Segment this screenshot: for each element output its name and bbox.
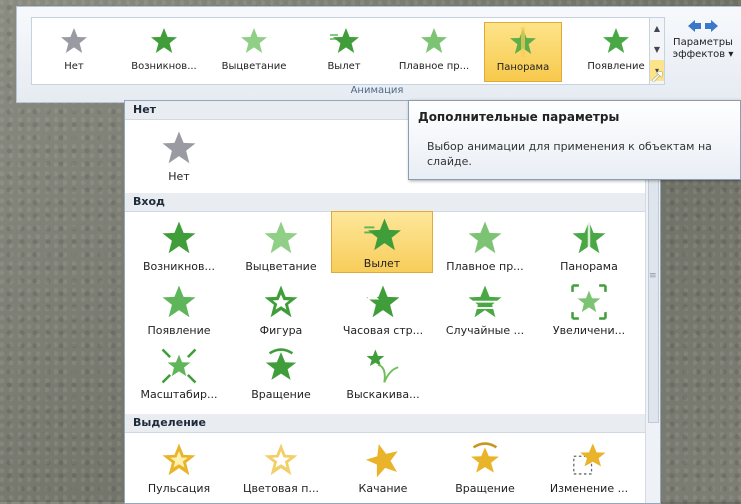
gallery-item-appear[interactable]: Возникнов... [126,22,202,80]
star-random-bars-icon [468,285,502,318]
dropdown-item[interactable]: Случайные ... [435,279,535,339]
dropdown-item[interactable]: Нет [129,125,229,185]
star-gray-icon [61,28,87,53]
dropdown-item[interactable]: Выскакива... [333,343,433,403]
gallery-item-float[interactable]: Плавное пр... [396,22,472,80]
dropdown-item[interactable]: Изменение ... [539,437,639,497]
star-fade-icon [241,28,267,53]
gallery-item-label: Плавное пр... [398,61,470,72]
star-green-icon [603,28,629,53]
star-gold-icon [162,443,196,476]
star-fly-icon [330,28,359,53]
dropdown-item[interactable]: Появление [129,279,229,339]
star-float-icon [421,28,447,53]
gallery-item-label: Появление [587,61,645,72]
gallery-item-wipe[interactable]: Появление [578,22,654,80]
dropdown-item[interactable]: Качание [333,437,433,497]
dropdown-item[interactable]: Часовая стр... [333,279,433,339]
dropdown-item[interactable]: Цветовая п... [231,437,331,497]
star-split-icon [510,27,536,57]
dropdown-item[interactable]: Увеличени... [539,279,639,339]
gallery-scroll-down-button[interactable]: ▼ [650,39,664,60]
dropdown-item[interactable]: Плавное пр... [435,215,535,275]
star-shape-icon [264,285,298,318]
animation-ribbon: Нет Возникнов... Выцветание Вылет Плавно… [16,6,741,103]
gallery-scroll-up-button[interactable]: ▲ [650,18,664,39]
dropdown-item-label: Вылет [363,257,401,270]
dropdown-item[interactable]: Масштабир... [129,343,229,403]
dropdown-item-label: Вращение [455,482,515,495]
dropdown-item-label: Часовая стр... [342,324,424,337]
dropdown-item[interactable]: Пульсация [129,437,229,497]
gallery-item-label: Выцветание [221,61,287,72]
dropdown-item[interactable]: Возникнов... [129,215,229,275]
section-header-entrance: Вход [125,193,653,212]
section-header-emphasis: Выделение [125,414,653,433]
dropdown-item-label: Пульсация [147,482,211,495]
gallery-item-label: Нет [64,61,84,72]
star-teeter-icon [365,444,398,478]
star-spin-icon [471,442,499,473]
dropdown-item-label: Качание [358,482,408,495]
effect-options-label-2: эффектов ▾ [672,49,734,60]
star-split-icon [572,219,606,257]
dropdown-item[interactable]: Выцветание [231,215,331,275]
dropdown-item-label: Изменение ... [549,482,629,495]
dropdown-item-label: Цветовая п... [243,482,319,495]
star-green-icon [151,28,177,53]
dropdown-item-label: Вращение [251,388,311,401]
star-fade-icon [264,221,298,254]
gallery-item-fly[interactable]: Вылет [306,22,382,80]
dropdown-item-selected[interactable]: Вылет [331,211,433,273]
dropdown-item-label: Увеличени... [552,324,626,337]
gallery-item-label: Панорама [496,62,550,73]
star-bounce-icon [366,349,399,383]
gallery-item-fade[interactable]: Выцветание [216,22,292,80]
dropdown-item-label: Панорама [560,260,618,273]
star-gray-icon [162,131,196,164]
dropdown-item-label: Плавное пр... [446,260,524,273]
star-green-icon [162,285,196,318]
mouse-cursor-icon: ➚ [650,66,666,87]
gallery-item-split[interactable]: Панорама [484,22,562,82]
star-swivel-icon [265,348,297,380]
gallery-item-label: Вылет [327,61,361,72]
dropdown-item-label: Случайные ... [445,324,525,337]
dropdown-item-label: Выскакива... [346,388,420,401]
dropdown-item[interactable]: Фигура [231,279,331,339]
dropdown-item-label: Нет [168,170,190,183]
more-options-tooltip: Дополнительные параметры Выбор анимации … [408,100,741,180]
gallery-item-none[interactable]: Нет [36,22,112,80]
star-grow-shrink-icon [573,443,606,475]
dropdown-item-label: Фигура [259,324,303,337]
star-zoom-icon [571,284,607,320]
dropdown-item-label: Появление [147,324,211,337]
tooltip-title: Дополнительные параметры [418,110,620,124]
tooltip-description: Выбор анимации для применения к объектам… [427,140,712,168]
dropdown-item-label: Выцветание [245,260,317,273]
star-gold-icon [264,443,298,476]
star-fly-icon [364,218,401,251]
star-basic-zoom-icon [161,348,197,384]
animation-gallery: Нет Возникнов... Выцветание Вылет Плавно… [31,17,665,85]
star-wheel-icon [366,285,400,318]
effect-options-button[interactable]: Параметры эффектов ▾ [667,19,739,61]
scrollbar-grip-icon: ≡ [649,271,657,281]
dropdown-item[interactable]: Вращение [435,437,535,497]
star-green-icon [162,221,196,254]
dropdown-item-label: Масштабир... [140,388,218,401]
gallery-item-label: Возникнов... [131,61,197,72]
dropdown-item[interactable]: Панорама [539,215,639,275]
arrows-icon [688,20,718,32]
group-label: Анимация [350,85,404,96]
star-float-icon [468,221,502,254]
effect-options-label-1: Параметры [673,37,733,48]
dropdown-item[interactable]: Вращение [231,343,331,403]
dropdown-item-label: Возникнов... [142,260,215,273]
